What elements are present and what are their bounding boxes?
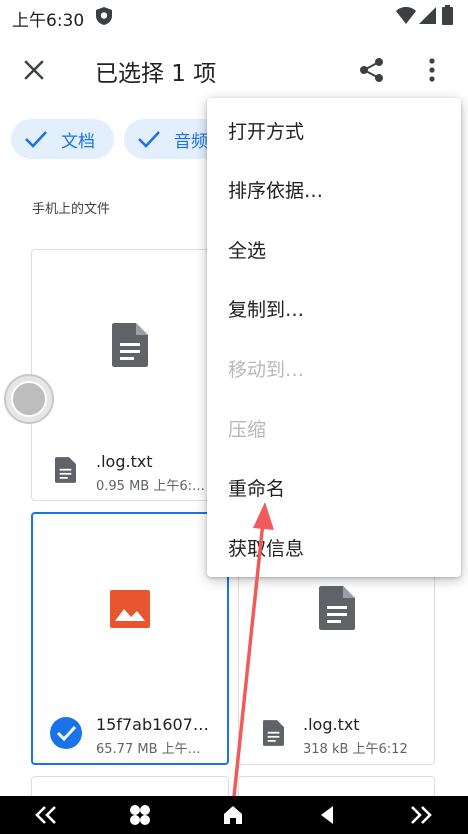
close-icon — [24, 60, 44, 80]
file-meta: 65.77 MB 上午… — [96, 742, 201, 757]
file-name: 15f7ab1607… — [96, 715, 209, 734]
image-icon — [110, 590, 150, 628]
document-icon — [263, 720, 284, 746]
filter-chip-label: 音频 — [174, 131, 208, 152]
menu-item-rename[interactable]: 重命名 — [207, 457, 461, 517]
assistive-touch-inner — [11, 381, 47, 417]
document-icon — [318, 586, 355, 630]
page-title: 已选择 1 项 — [95, 61, 217, 87]
selected-check-icon — [50, 717, 82, 749]
file-meta: 318 kB 上午6:12 — [303, 742, 408, 757]
check-icon — [138, 131, 160, 148]
file-card[interactable]: 15f7ab1607… 65.77 MB 上午… — [31, 512, 229, 765]
assistive-touch-button[interactable] — [4, 374, 54, 424]
file-meta: 0.95 MB 上午6:… — [96, 479, 205, 494]
status-time: 上午6:30 — [12, 11, 85, 31]
share-icon — [360, 58, 383, 82]
file-thumbnail — [32, 250, 228, 440]
nav-apps-button[interactable] — [110, 796, 170, 834]
file-card[interactable]: .log.txt 0.95 MB 上午6:… — [31, 249, 229, 501]
double-chevron-right-icon — [411, 806, 432, 824]
apps-icon — [130, 805, 150, 825]
nav-home-button[interactable] — [203, 796, 263, 834]
status-bar: 上午6:30 — [0, 0, 468, 32]
shield-icon — [96, 7, 112, 25]
share-button[interactable] — [354, 52, 390, 88]
document-icon — [112, 323, 148, 367]
file-name: .log.txt — [303, 715, 360, 734]
menu-item-compress: 压缩 — [228, 418, 267, 441]
menu-item-get-info[interactable]: 获取信息 — [207, 517, 461, 577]
menu-item-sort-by[interactable]: 排序依据… — [207, 159, 461, 219]
filter-chip-docs[interactable]: 文档 — [11, 119, 114, 159]
app-bar: 已选择 1 项 — [0, 40, 468, 100]
signal-icon — [419, 7, 436, 24]
filter-chip-label: 文档 — [61, 131, 95, 152]
check-icon — [25, 131, 47, 148]
wifi-icon — [396, 7, 416, 24]
close-button[interactable] — [16, 52, 52, 88]
back-icon — [321, 806, 333, 824]
section-label: 手机上的文件 — [32, 202, 111, 217]
menu-item-open-with[interactable]: 打开方式 — [207, 100, 461, 160]
menu-item-move-to: 移动到… — [228, 358, 305, 381]
file-thumbnail — [33, 514, 227, 704]
file-name: .log.txt — [96, 452, 153, 471]
overflow-menu: 打开方式 排序依据… 全选 复制到… 移动到… 压缩 重命名 获取信息 — [207, 98, 461, 577]
more-options-button[interactable] — [414, 52, 450, 88]
navigation-bar — [0, 796, 468, 834]
nav-double-right-button[interactable] — [391, 796, 451, 834]
home-icon — [224, 806, 242, 824]
nav-double-left-button[interactable] — [16, 796, 76, 834]
battery-icon — [442, 5, 453, 25]
more-vert-icon — [429, 58, 435, 82]
menu-item-select-all[interactable]: 全选 — [207, 219, 461, 279]
document-icon — [55, 457, 76, 483]
double-chevron-left-icon — [35, 806, 56, 824]
menu-item-copy-to[interactable]: 复制到… — [207, 278, 461, 338]
nav-back-button[interactable] — [297, 796, 357, 834]
